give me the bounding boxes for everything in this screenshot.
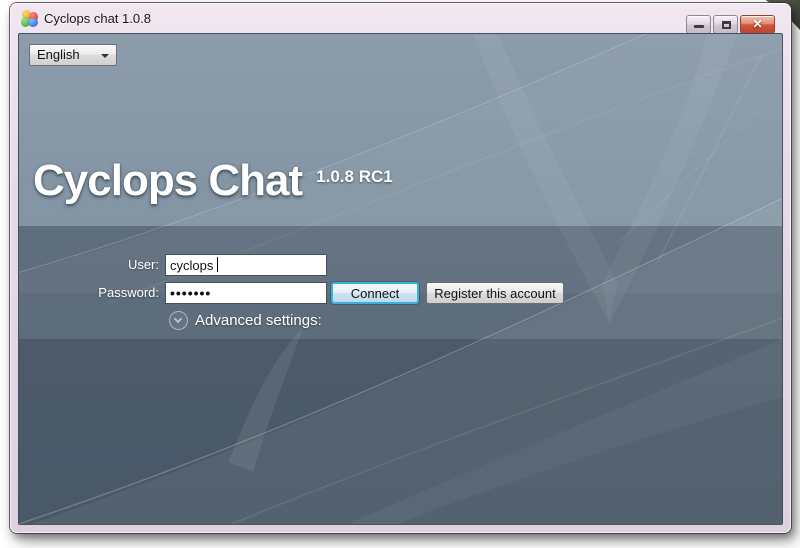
user-label: User: xyxy=(19,254,159,276)
password-input[interactable] xyxy=(165,282,327,304)
minimize-button[interactable] xyxy=(686,15,711,34)
hero-banner: Cyclops Chat 1.0.8 RC1 xyxy=(33,158,393,204)
maximize-icon xyxy=(722,21,731,29)
chevron-down-icon xyxy=(101,54,109,58)
window-controls: ✕ xyxy=(686,15,775,34)
password-label: Password: xyxy=(19,282,159,304)
close-button[interactable]: ✕ xyxy=(740,15,775,34)
titlebar[interactable]: Cyclops chat 1.0.8 ✕ xyxy=(10,3,791,33)
connect-button[interactable]: Connect xyxy=(331,282,419,304)
language-select[interactable]: English xyxy=(29,44,117,66)
window-content: English Cyclops Chat 1.0.8 RC1 User: Pas… xyxy=(18,33,783,525)
background-art xyxy=(19,34,782,524)
language-select-value: English xyxy=(37,45,80,65)
minimize-icon xyxy=(694,25,704,28)
advanced-settings-expander[interactable] xyxy=(169,311,188,330)
text-caret xyxy=(217,257,218,272)
maximize-button[interactable] xyxy=(713,15,738,34)
app-title: Cyclops Chat xyxy=(33,158,302,204)
close-icon: ✕ xyxy=(752,17,762,31)
register-button[interactable]: Register this account xyxy=(426,282,564,304)
advanced-settings-label: Advanced settings: xyxy=(195,311,322,330)
app-version: 1.0.8 RC1 xyxy=(316,167,393,187)
chevron-down-icon xyxy=(174,315,182,323)
user-input[interactable] xyxy=(165,254,327,276)
window-title: Cyclops chat 1.0.8 xyxy=(44,3,151,33)
app-window: Cyclops chat 1.0.8 ✕ xyxy=(10,3,791,533)
app-logo-icon[interactable] xyxy=(21,10,38,27)
